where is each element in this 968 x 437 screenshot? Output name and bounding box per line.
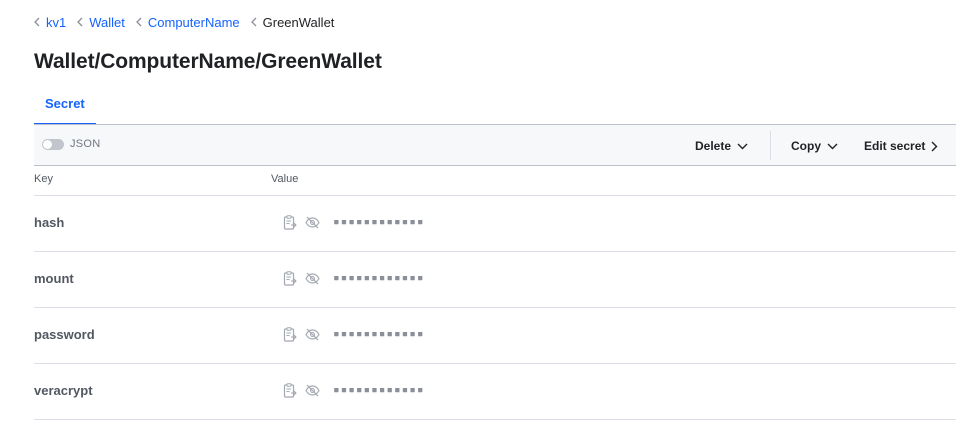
row-actions (283, 215, 327, 231)
chevron-left-icon (77, 16, 85, 28)
secret-key: hash (34, 215, 65, 230)
row-actions (283, 327, 327, 343)
breadcrumb-item-computername[interactable]: ComputerName (135, 15, 240, 30)
table-row: hash ▪▪▪▪▪▪▪▪▪▪▪▪ (34, 196, 956, 252)
page-title: Wallet/ComputerName/GreenWallet (34, 50, 382, 73)
clipboard-copy-icon[interactable] (283, 327, 299, 343)
breadcrumb-item-wallet[interactable]: Wallet (77, 15, 125, 30)
table-row: mount ▪▪▪▪▪▪▪▪▪▪▪▪ (34, 252, 956, 308)
masked-value: ▪▪▪▪▪▪▪▪▪▪▪▪ (333, 215, 425, 228)
masked-value: ▪▪▪▪▪▪▪▪▪▪▪▪ (333, 271, 425, 284)
toggle-switch[interactable] (42, 138, 64, 150)
breadcrumb: kv1 Wallet ComputerName GreenWallet (34, 13, 345, 31)
column-header-key: Key (34, 173, 53, 185)
tab-secret[interactable]: Secret (34, 88, 96, 125)
edit-secret-button[interactable]: Edit secret (864, 133, 938, 159)
breadcrumb-link[interactable]: kv1 (46, 15, 66, 30)
eye-off-icon[interactable] (305, 271, 321, 287)
table-row: password ▪▪▪▪▪▪▪▪▪▪▪▪ (34, 308, 956, 364)
json-toggle-label: JSON (70, 138, 101, 150)
secret-table: Key Value hash ▪▪▪▪▪▪▪▪▪▪▪▪ mount ▪▪▪▪▪▪… (34, 166, 956, 420)
row-actions (283, 271, 327, 287)
chevron-left-icon (250, 16, 259, 28)
eye-off-icon[interactable] (305, 383, 321, 399)
copy-label: Copy (791, 139, 821, 153)
breadcrumb-link[interactable]: ComputerName (148, 15, 240, 30)
breadcrumb-item-current: GreenWallet (250, 14, 335, 30)
delete-label: Delete (695, 139, 732, 153)
masked-value: ▪▪▪▪▪▪▪▪▪▪▪▪ (333, 327, 425, 340)
chevron-right-icon (931, 141, 938, 152)
clipboard-copy-icon[interactable] (283, 215, 299, 231)
secret-key: password (34, 327, 95, 342)
breadcrumb-link[interactable]: Wallet (89, 15, 125, 30)
row-actions (283, 383, 327, 399)
edit-secret-label: Edit secret (864, 139, 926, 153)
breadcrumb-item-kv1[interactable]: kv1 (34, 15, 66, 30)
clipboard-copy-icon[interactable] (283, 271, 299, 287)
copy-dropdown-button[interactable]: Copy (791, 133, 838, 159)
column-header-value: Value (271, 173, 299, 185)
toolbar-divider (770, 131, 771, 160)
chevron-down-icon (827, 143, 838, 150)
tab-bar: Secret (34, 88, 96, 125)
eye-off-icon[interactable] (305, 327, 321, 343)
breadcrumb-current-label: GreenWallet (262, 14, 335, 30)
secret-key: mount (34, 271, 74, 286)
table-header: Key Value (34, 166, 956, 196)
table-row: veracrypt ▪▪▪▪▪▪▪▪▪▪▪▪ (34, 364, 956, 420)
masked-value: ▪▪▪▪▪▪▪▪▪▪▪▪ (333, 383, 425, 396)
json-toggle[interactable]: JSON (42, 138, 101, 150)
eye-off-icon[interactable] (305, 215, 321, 231)
chevron-down-icon (737, 143, 748, 150)
chevron-left-icon (34, 16, 42, 28)
toggle-knob (43, 139, 52, 149)
clipboard-copy-icon[interactable] (283, 383, 299, 399)
chevron-left-icon (135, 16, 144, 28)
delete-dropdown-button[interactable]: Delete (695, 133, 748, 159)
toolbar: JSON Delete Copy Edit secret (34, 124, 956, 166)
secret-key: veracrypt (34, 383, 93, 398)
